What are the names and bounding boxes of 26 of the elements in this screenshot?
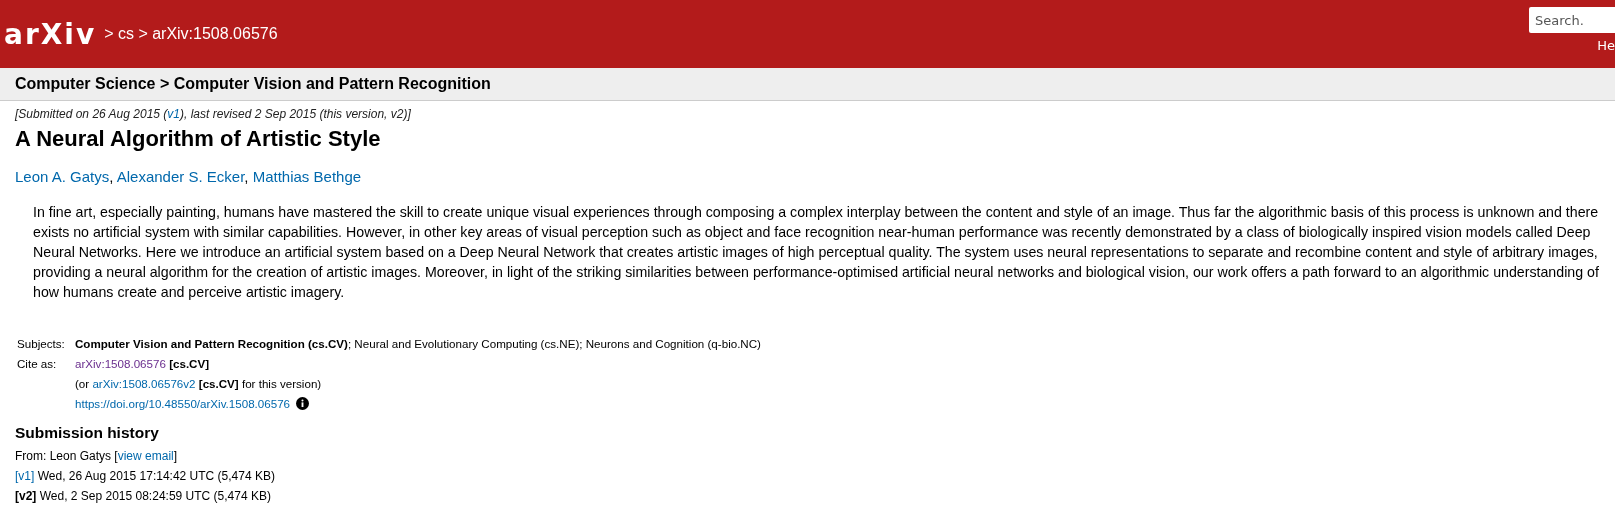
history-line: [v2] Wed, 2 Sep 2015 08:24:59 UTC (5,474 KB) [15, 488, 272, 505]
metadata-value: (or arXiv:1508.06576v2 [cs.CV] for this version) [75, 376, 323, 392]
link[interactable]: v1 [167, 107, 180, 121]
link[interactable]: https://doi.org/10.48550/arXiv.1508.06576 [75, 397, 291, 410]
history-line: [v1] Wed, 26 Aug 2015 17:14:42 UTC (5,474 KB) [15, 468, 276, 485]
help-link[interactable]: He [1597, 38, 1615, 53]
link[interactable]: Matthias Bethge [252, 168, 362, 185]
submission-note: [Submitted on 26 Aug 2015 (v1), last revised 2 Sep 2015 (this version, v2)] [15, 107, 412, 121]
paper-title: A Neural Algorithm of Artistic Style [15, 126, 382, 152]
author-list: Leon A. Gatys, Alexander S. Ecker, Matthias Bethge [15, 168, 1600, 185]
metadata-value: arXiv:1508.06576 [cs.CV] [75, 356, 211, 372]
metadata-label: Cite as: [16, 356, 58, 372]
link[interactable]: arXiv:1508.06576 [75, 357, 166, 370]
breadcrumb: > cs > arXiv:1508.06576 [104, 25, 278, 43]
abstract: In fine art, especially painting, humans have mastered the skill to create unique visual experiences through composing a complex interplay between the content and style of an image. Thus far the algorithmic basis of this process is unknown and there exists no artificial system with similar capabilities. However, in other key areas of visual perception such as object and face recognition near-human performance was recently demonstrated by a class of biologically inspired vision models called Deep Neural Networks. Here we introduce an artificial system based on a Deep Neural Network that creates artistic images of high perceptual quality. The system uses neural representations to separate and recombine content and style of arbitrary images, providing a neural algorithm for the creation of artistic images. Moreover, in light of the striking similarities between performance-optimised artificial neural networks and biological vision, our work offers a path forward to an algorithmic understanding of how humans create and perceive artistic imagery. [33, 203, 1600, 302]
category-bar: Computer Science > Computer Vision and Pattern Recognition [0, 68, 1615, 101]
metadata-value: Computer Vision and Pattern Recognition (cs.CV); Neural and Evolutionary Computing (cs.NE); Neurons and Cognition (q-bio.NC) [75, 336, 762, 352]
link[interactable]: [v1] [15, 469, 35, 483]
history-line: From: Leon Gatys [view email] [15, 448, 179, 465]
section-heading: Submission history [15, 424, 160, 442]
search-field[interactable]: Search. [1529, 7, 1615, 33]
info-icon[interactable] [296, 397, 310, 410]
link[interactable]: Alexander S. Ecker [116, 168, 245, 185]
link[interactable]: arXiv:1508.06576v2 [92, 377, 196, 390]
metadata-label: Subjects: [16, 336, 66, 352]
logo[interactable]: arXiv [4, 17, 97, 51]
